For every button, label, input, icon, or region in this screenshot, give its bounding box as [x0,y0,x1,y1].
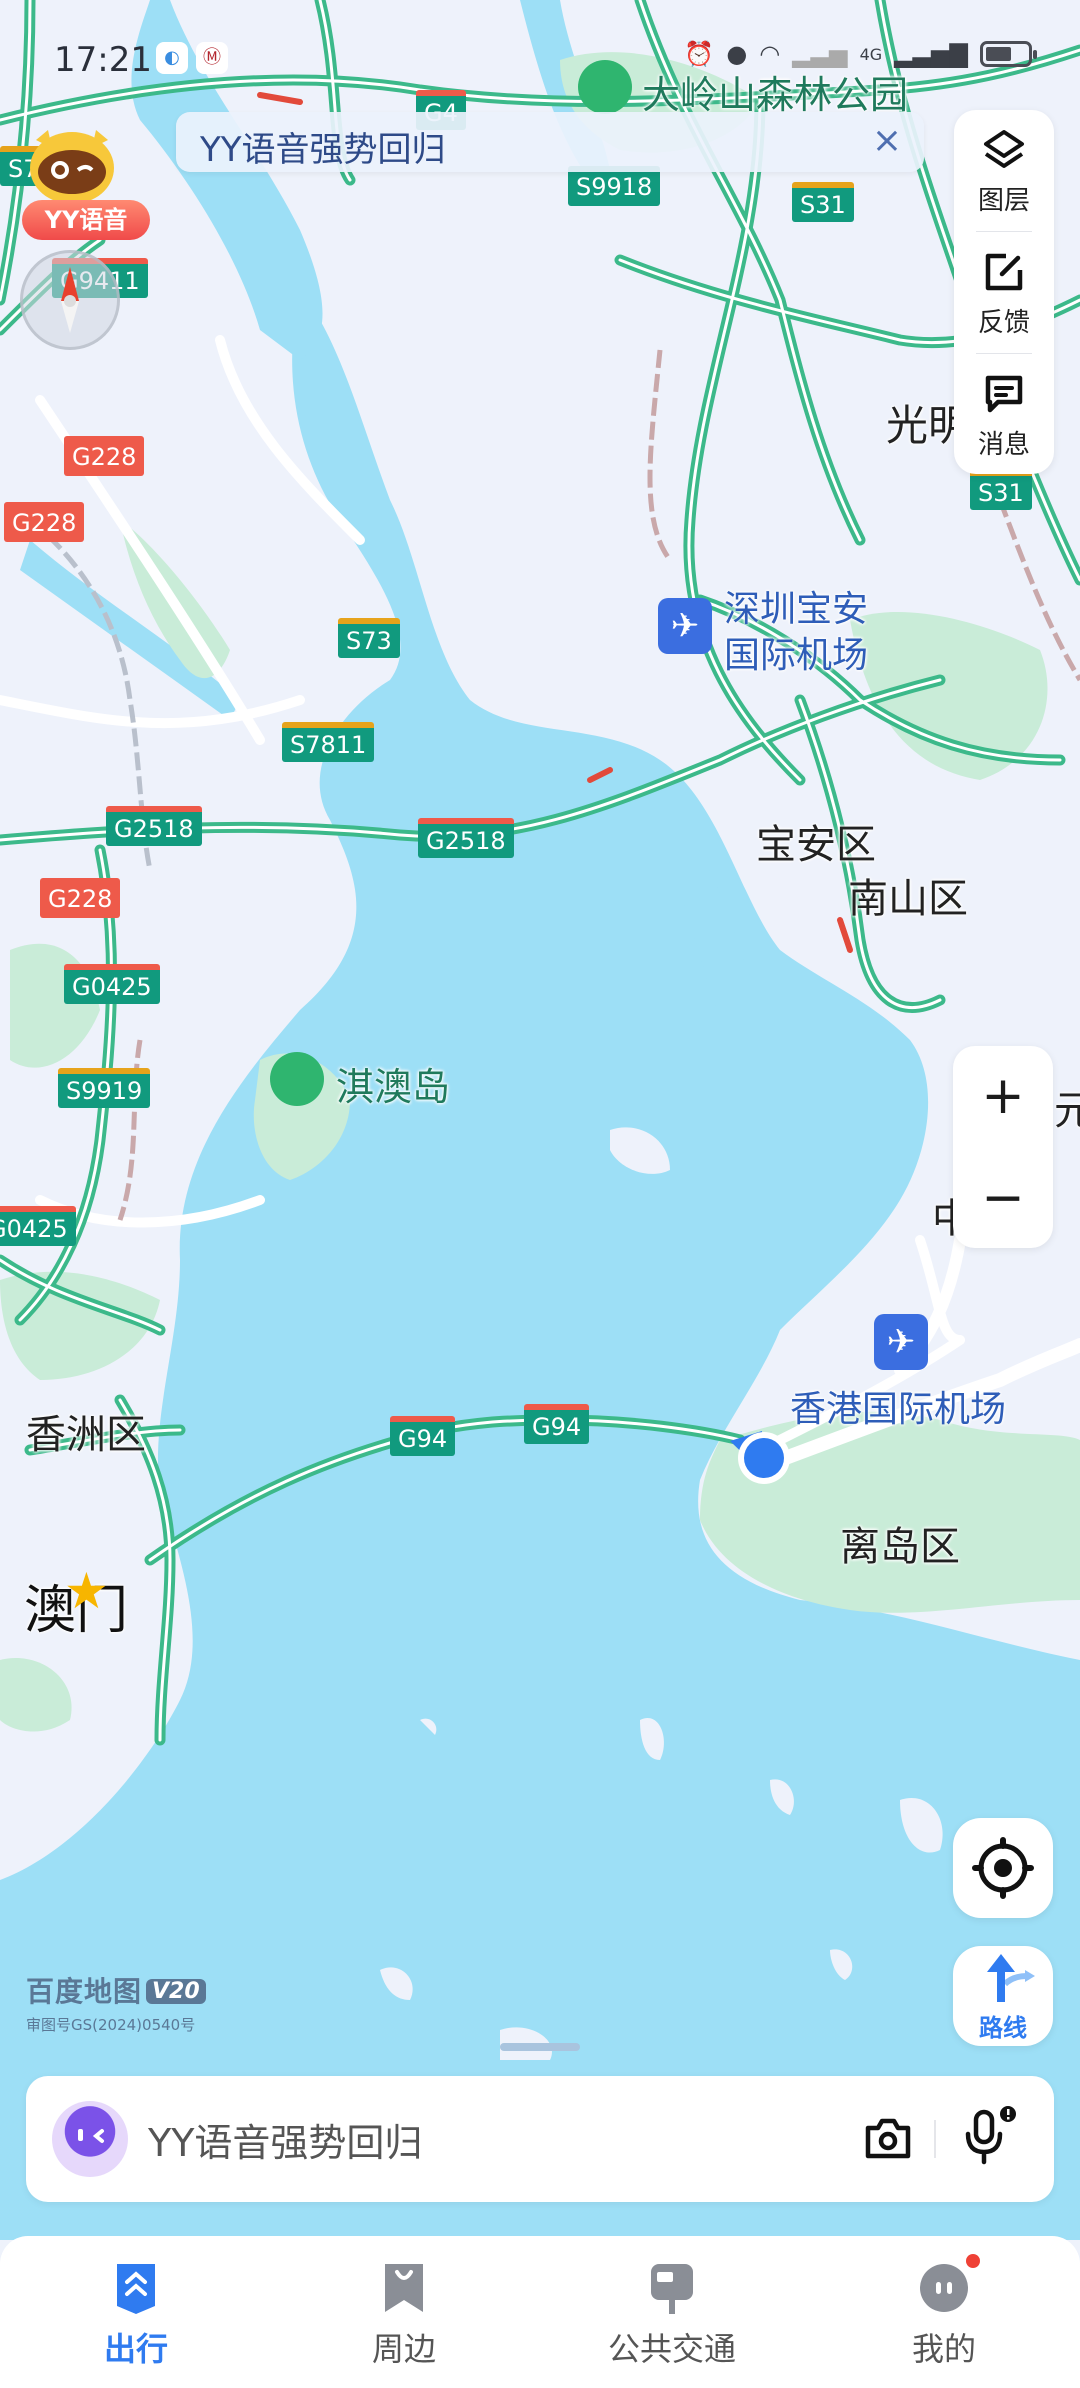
favorite-star-icon[interactable]: ★ [64,1562,109,1620]
park-poi-icon[interactable] [270,1052,324,1106]
banner-text[interactable]: YY语音强势回归 [200,122,446,171]
metro-app-icon: Ⓜ [196,42,228,74]
place-label-qiao-island[interactable]: 淇澳岛 [336,1056,450,1111]
status-bar: 17:21 ◐ Ⓜ ⏰ ● ◠ ▂▃▅ 4G ▂▃▅▇ [0,36,1080,86]
nearby-icon [385,2264,423,2312]
nav-travel-label: 出行 [103,2330,168,2368]
battery-icon [980,41,1037,67]
road-shield: G2518 [418,818,514,858]
road-shield: G0425 [0,1206,76,1246]
layers-button[interactable]: 图层 [954,110,1054,230]
locate-me-button[interactable] [953,1818,1053,1918]
airport-poi-icon[interactable]: ✈ [658,598,712,654]
status-icons: ⏰ ● ◠ ▂▃▅ 4G ▂▃▅▇ [684,40,1037,68]
wifi-icon: ◠ [759,40,781,68]
divider [934,2120,936,2158]
place-label-shenzhen-airport-1[interactable]: 深圳宝安 [724,580,868,632]
compass-button[interactable] [20,250,120,350]
road-shield: G228 [40,878,121,918]
bottom-navigation: 出行 周边 公共交通 我的 [0,2236,1080,2388]
feedback-button[interactable]: 反馈 [954,232,1054,352]
place-label-nanshan[interactable]: 南山区 [848,866,968,924]
network-type: 4G [859,44,883,64]
search-input[interactable]: YY语音强势回归 [148,2112,422,2167]
road-shield: S31 [970,470,1032,510]
status-time: 17:21 [54,40,152,80]
compass-icon [61,267,79,333]
road-shield: S73 [338,618,400,658]
promo-banner[interactable]: YY语音强势回归 × [176,112,924,172]
signal-off-icon: ▂▃▅ [792,40,848,68]
road-shield: S9918 [568,166,661,206]
layers-label: 图层 [977,186,1030,216]
messages-button[interactable]: 消息 [954,354,1054,474]
travel-icon [117,2264,155,2314]
place-label-hk-airport[interactable]: 香港国际机场 [790,1380,1006,1432]
map-canvas[interactable] [0,0,1080,2240]
microphone-icon[interactable] [960,2104,1020,2172]
road-shield: S7811 [282,722,375,762]
route-button[interactable]: 路线 [953,1946,1053,2046]
location-icon: ● [726,40,748,68]
road-shield: G94 [524,1404,590,1444]
road-shield: G0425 [64,964,160,1004]
feedback-edit-icon [985,253,1023,291]
zoom-in-button[interactable]: + [953,1046,1053,1146]
camera-icon[interactable] [862,2114,914,2166]
nav-nearby-label: 周边 [371,2330,436,2368]
map-brand: 百度地图 V20 审图号GS(2024)0540号 [26,1970,206,2035]
close-icon[interactable]: × [872,120,902,161]
place-label-shenzhen-airport-2[interactable]: 国际机场 [724,626,868,678]
zoom-controls: + − [953,1046,1053,1248]
place-label-lidao[interactable]: 离岛区 [840,1514,960,1572]
road-shield: S9919 [58,1068,151,1108]
road-shield: S31 [792,182,854,222]
route-arrow-icon [987,1954,1035,2002]
app-notification-icon: ◐ [156,42,188,74]
layers-icon [984,130,1024,168]
map-license: 审图号GS(2024)0540号 [26,2016,196,2034]
mascot-label[interactable]: YY语音 [22,200,150,240]
nav-profile-label: 我的 [911,2330,976,2368]
place-label-xiangzhou[interactable]: 香洲区 [26,1402,146,1460]
profile-icon [920,2264,968,2312]
nav-transit[interactable]: 公共交通 [572,2260,772,2370]
road-shield: G2518 [106,806,202,846]
search-bar[interactable]: YY语音强势回归 [26,2076,1054,2202]
place-label-partial-yuan: 元 [1054,1088,1080,1134]
airport-poi-icon[interactable]: ✈ [874,1314,928,1370]
drag-handle[interactable] [500,2043,580,2051]
notification-badge [966,2254,980,2268]
assistant-avatar-icon[interactable] [52,2101,128,2177]
map-tools-panel: 图层 反馈 消息 [954,110,1054,474]
messages-label: 消息 [977,430,1030,460]
feedback-label: 反馈 [977,308,1030,338]
bus-stop-icon [651,2264,693,2314]
road-shield: G94 [390,1416,456,1456]
brand-version: V20 [146,1979,206,2004]
nav-profile[interactable]: 我的 [844,2254,1044,2370]
locate-crosshair-icon [972,1837,1034,1899]
zoom-out-button[interactable]: − [953,1148,1053,1248]
nav-transit-label: 公共交通 [607,2330,736,2368]
brand-name: 百度地图 [26,1975,143,2008]
alarm-icon: ⏰ [684,40,715,68]
nav-travel[interactable]: 出行 [36,2260,236,2370]
route-label: 路线 [979,2014,1027,2042]
message-icon [985,375,1023,413]
road-shield: G228 [4,502,85,542]
nav-nearby[interactable]: 周边 [304,2260,504,2370]
cellular-signal-icon: ▂▃▅▇ [894,40,968,68]
road-shield: G228 [64,436,145,476]
place-label-baoan[interactable]: 宝安区 [756,812,876,870]
